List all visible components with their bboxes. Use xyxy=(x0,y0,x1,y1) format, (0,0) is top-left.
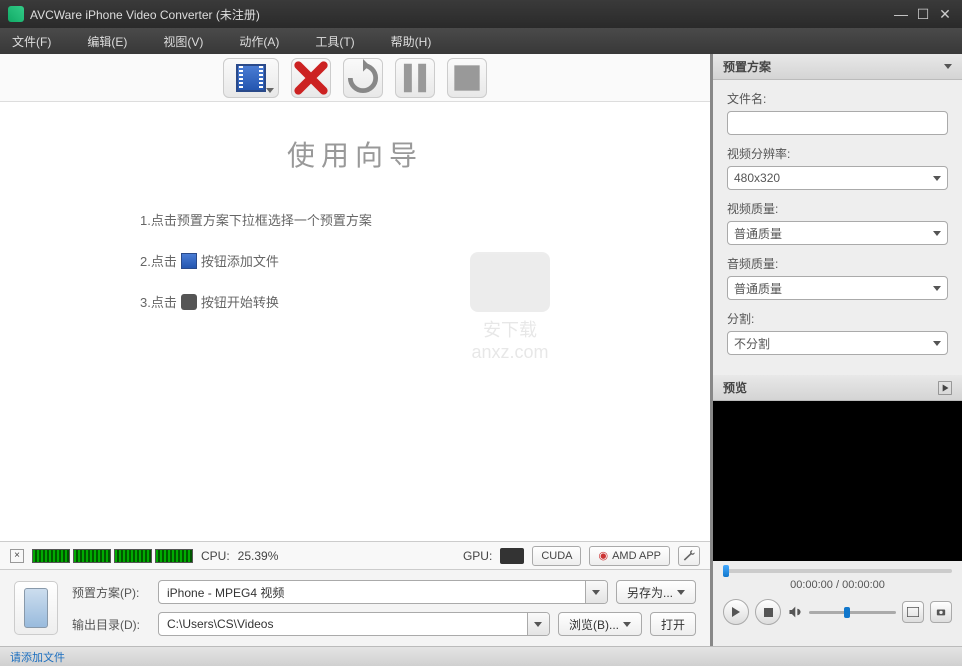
chevron-down-icon xyxy=(592,590,600,595)
dest-label: 输出目录(D): xyxy=(72,616,150,633)
profile-panel-header: 预置方案 xyxy=(713,54,962,80)
amd-app-button[interactable]: ◉AMD APP xyxy=(589,546,670,566)
pause-button[interactable] xyxy=(395,58,435,98)
x-icon xyxy=(292,59,330,97)
wizard-panel: 使用向导 1.点击预置方案下拉框选择一个预置方案 2.点击 按钮添加文件 3.点… xyxy=(0,102,710,541)
phone-icon xyxy=(24,588,48,628)
menu-help[interactable]: 帮助(H) xyxy=(391,33,432,50)
chevron-down-icon xyxy=(933,176,941,181)
perf-settings-button[interactable] xyxy=(678,546,700,566)
wizard-step1: 1.点击预置方案下拉框选择一个预置方案 xyxy=(140,210,570,229)
window-title: AVCWare iPhone Video Converter (未注册) xyxy=(30,6,888,23)
stop-button[interactable] xyxy=(447,58,487,98)
chevron-down-icon xyxy=(677,590,685,595)
filename-label: 文件名: xyxy=(727,90,948,107)
chevron-down-icon xyxy=(534,622,542,627)
split-select[interactable]: 不分割 xyxy=(727,331,948,355)
chevron-down-icon[interactable] xyxy=(944,64,952,69)
performance-bar: × CPU: 25.39% GPU: CUDA ◉AMD APP xyxy=(0,541,710,569)
dest-combo[interactable]: C:\Users\CS\Videos xyxy=(158,612,550,636)
pause-icon xyxy=(396,59,434,97)
status-message: 请添加文件 xyxy=(10,649,65,665)
player-controls: 00:00:00 / 00:00:00 xyxy=(713,561,962,633)
maximize-button[interactable]: ☐ xyxy=(914,5,932,23)
snapshot-button[interactable] xyxy=(930,601,952,623)
menu-action[interactable]: 动作(A) xyxy=(239,33,279,50)
video-quality-label: 视频质量: xyxy=(727,200,948,217)
profile-label: 预置方案(P): xyxy=(72,584,150,601)
delete-button[interactable] xyxy=(291,58,331,98)
time-display: 00:00:00 / 00:00:00 xyxy=(723,579,952,591)
close-button[interactable]: ✕ xyxy=(936,5,954,23)
dest-value: C:\Users\CS\Videos xyxy=(167,617,273,631)
device-thumbnail[interactable] xyxy=(14,581,58,635)
preview-viewport xyxy=(713,401,962,561)
player-stop-button[interactable] xyxy=(755,599,781,625)
volume-icon[interactable] xyxy=(787,605,803,619)
app-logo-icon xyxy=(8,6,24,22)
split-label: 分割: xyxy=(727,310,948,327)
chevron-down-icon xyxy=(933,341,941,346)
preview-panel-header: 预览 xyxy=(713,375,962,401)
side-panel: 预置方案 文件名: 视频分辨率: 480x320 视频质量: 普通质量 音频质量… xyxy=(710,54,962,646)
audio-quality-select[interactable]: 普通质量 xyxy=(727,276,948,300)
output-panel: 预置方案(P): iPhone - MPEG4 视频 另存为... 输出目录(D… xyxy=(0,569,710,646)
wizard-heading: 使用向导 xyxy=(140,134,570,174)
save-as-button[interactable]: 另存为... xyxy=(616,580,696,604)
cpu-cores-graph xyxy=(32,549,193,563)
menu-edit[interactable]: 编辑(E) xyxy=(87,33,127,50)
seek-slider[interactable] xyxy=(723,569,952,573)
camera-icon xyxy=(935,607,947,617)
profile-value: iPhone - MPEG4 视频 xyxy=(167,584,284,601)
resolution-label: 视频分辨率: xyxy=(727,145,948,162)
cpu-value: 25.39% xyxy=(238,549,279,563)
play-button[interactable] xyxy=(723,599,749,625)
open-button[interactable]: 打开 xyxy=(650,612,696,636)
titlebar: AVCWare iPhone Video Converter (未注册) ― ☐… xyxy=(0,0,962,28)
play-icon xyxy=(731,607,741,617)
bag-icon xyxy=(470,252,550,312)
film-icon xyxy=(181,253,197,269)
fullscreen-icon xyxy=(907,607,919,617)
play-icon[interactable] xyxy=(938,381,952,395)
menu-view[interactable]: 视图(V) xyxy=(163,33,203,50)
profile-combo[interactable]: iPhone - MPEG4 视频 xyxy=(158,580,608,604)
stop-icon xyxy=(764,608,773,617)
profile-dropdown-button[interactable] xyxy=(585,581,607,603)
cpu-label: CPU: xyxy=(201,549,230,563)
video-quality-select[interactable]: 普通质量 xyxy=(727,221,948,245)
stop-icon xyxy=(448,59,486,97)
menu-tool[interactable]: 工具(T) xyxy=(315,33,354,50)
gpu-chip-icon xyxy=(500,548,524,564)
resolution-select[interactable]: 480x320 xyxy=(727,166,948,190)
add-file-button[interactable] xyxy=(223,58,279,98)
chevron-down-icon xyxy=(933,231,941,236)
chevron-down-icon xyxy=(623,622,631,627)
refresh-icon xyxy=(344,59,382,97)
menubar: 文件(F) 编辑(E) 视图(V) 动作(A) 工具(T) 帮助(H) xyxy=(0,28,962,54)
main-toolbar xyxy=(0,54,710,102)
refresh-icon xyxy=(181,294,197,310)
dropdown-arrow-icon xyxy=(266,88,274,93)
volume-slider[interactable] xyxy=(809,611,896,614)
dest-dropdown-button[interactable] xyxy=(527,613,549,635)
gpu-label: GPU: xyxy=(463,549,492,563)
chevron-down-icon xyxy=(933,286,941,291)
filename-input[interactable] xyxy=(727,111,948,135)
statusbar: 请添加文件 xyxy=(0,646,962,666)
perf-close-button[interactable]: × xyxy=(10,549,24,563)
cuda-button[interactable]: CUDA xyxy=(532,546,581,566)
menu-file[interactable]: 文件(F) xyxy=(12,33,51,50)
convert-button[interactable] xyxy=(343,58,383,98)
wrench-icon xyxy=(682,549,696,563)
watermark: 安下载 anxz.com xyxy=(470,252,550,363)
browse-button[interactable]: 浏览(B)... xyxy=(558,612,642,636)
fullscreen-button[interactable] xyxy=(902,601,924,623)
audio-quality-label: 音频质量: xyxy=(727,255,948,272)
film-icon xyxy=(236,64,266,92)
minimize-button[interactable]: ― xyxy=(892,5,910,23)
